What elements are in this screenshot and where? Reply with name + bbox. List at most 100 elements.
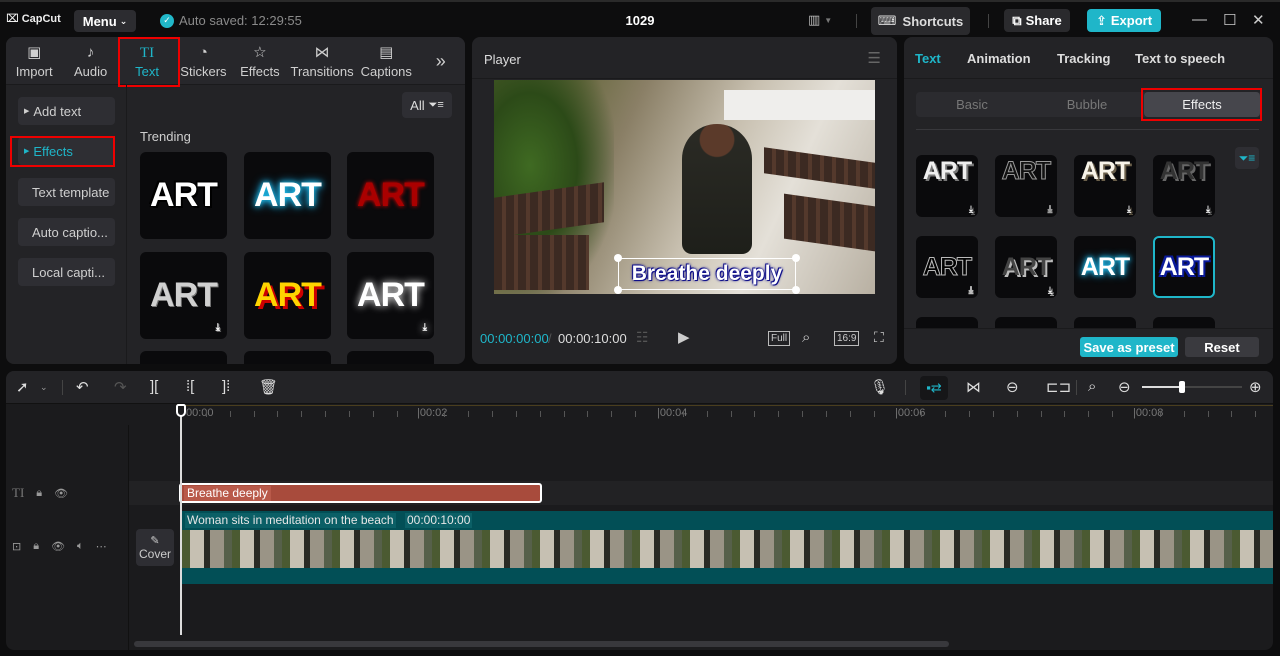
auto-snap-icon[interactable]: ⋈ bbox=[966, 378, 981, 396]
more-options-icon[interactable]: ⋯ bbox=[96, 540, 107, 553]
resize-handle[interactable] bbox=[792, 254, 800, 262]
tab-effects[interactable]: ☆ Effects bbox=[232, 37, 288, 85]
horizontal-scrollbar[interactable] bbox=[134, 641, 949, 647]
media-panel: ▣ Import ♪ Audio TI Text ◔ Stickers ☆ Effects… bbox=[6, 37, 465, 364]
effect-tile[interactable]: ART ⤓ bbox=[995, 236, 1057, 298]
link-icon[interactable]: ⊖ bbox=[1006, 378, 1019, 396]
filter-icon: ⏷≡ bbox=[428, 98, 444, 111]
sidebar-item-add-text[interactable]: ▶ Add text bbox=[18, 97, 115, 125]
tab-text[interactable]: Text bbox=[915, 51, 941, 66]
zoom-slider-thumb[interactable] bbox=[1179, 381, 1185, 393]
filter-all-button[interactable]: All ⏷≡ bbox=[402, 92, 452, 118]
magnet-snap-button[interactable]: ▪⇄ bbox=[920, 376, 948, 400]
speaker-icon[interactable]: 🔈︎ bbox=[77, 540, 84, 553]
tab-text-to-speech[interactable]: Text to speech bbox=[1135, 51, 1225, 66]
zoom-in-icon[interactable]: ⊕ bbox=[1249, 378, 1262, 396]
cover-button[interactable]: ✎ Cover bbox=[136, 529, 174, 566]
effect-tile[interactable]: ART ⤓ bbox=[140, 252, 227, 339]
shortcuts-button[interactable]: ⌨ Shortcuts bbox=[871, 7, 970, 35]
playhead[interactable] bbox=[180, 405, 182, 635]
tab-audio[interactable]: ♪ Audio bbox=[62, 37, 118, 85]
split-icon[interactable]: ][ bbox=[150, 378, 158, 395]
chevron-down-icon[interactable]: ⌄ bbox=[40, 382, 48, 393]
effect-tile[interactable]: ART bbox=[347, 152, 434, 239]
zoom-preview-icon[interactable]: ⌕ bbox=[802, 329, 810, 346]
export-button[interactable]: ⇪ Export bbox=[1087, 9, 1161, 32]
full-button[interactable]: Full bbox=[768, 331, 791, 346]
effect-tile[interactable]: ART ⤓ bbox=[916, 155, 978, 217]
time-ruler[interactable]: 00:00 |00:02 |00:04 |00:06 |00:08 bbox=[6, 405, 1273, 425]
delete-icon[interactable]: 🗑 bbox=[259, 378, 278, 396]
ruler-minor-tick bbox=[1231, 411, 1233, 417]
sidebar-item-text-template[interactable]: Text template bbox=[18, 178, 115, 206]
effect-tile[interactable]: ART bbox=[244, 252, 331, 339]
effect-tile[interactable]: ART ⤓ bbox=[347, 252, 434, 339]
caption-text[interactable]: Breathe deeply bbox=[632, 262, 783, 286]
ruler-minor-tick bbox=[1088, 411, 1090, 417]
split-preview-icon[interactable]: ⊏⊐ bbox=[1046, 378, 1071, 396]
lock-icon[interactable]: 🔒︎ bbox=[33, 540, 39, 553]
video-preview[interactable]: Breathe deeply bbox=[494, 80, 875, 294]
ruler-minor-tick bbox=[802, 411, 804, 417]
close-icon[interactable]: ✕ bbox=[1252, 11, 1265, 29]
tab-import[interactable]: ▣ Import bbox=[6, 37, 62, 85]
share-button[interactable]: ⧉ Share bbox=[1004, 9, 1070, 32]
timeline-zoom-slider[interactable] bbox=[1142, 381, 1242, 393]
tab-transitions[interactable]: ⋈ Transitions bbox=[288, 37, 356, 85]
magnet-icon: ▪⇄ bbox=[926, 380, 942, 395]
eye-icon[interactable]: 👁︎ bbox=[54, 487, 68, 500]
more-tabs-icon[interactable]: » bbox=[416, 37, 465, 85]
split-right-icon[interactable]: ]⁞ bbox=[222, 378, 230, 395]
reset-button[interactable]: Reset bbox=[1185, 337, 1259, 357]
filter-icon[interactable]: ⏷≡ bbox=[1235, 147, 1259, 169]
effect-tile[interactable]: ART ⤓ bbox=[916, 236, 978, 298]
tab-stickers[interactable]: ◔ Stickers bbox=[175, 37, 231, 85]
effect-tile[interactable] bbox=[140, 351, 227, 364]
zoom-out-icon[interactable]: ⊖ bbox=[1118, 378, 1131, 396]
menu-button[interactable]: Menu ⌄ bbox=[74, 10, 136, 32]
resize-handle[interactable] bbox=[792, 286, 800, 294]
aspect-ratio-button[interactable]: 16:9 bbox=[834, 331, 860, 346]
effect-tile[interactable]: ART bbox=[244, 152, 331, 239]
tab-captions[interactable]: ▤ Captions bbox=[356, 37, 416, 85]
divider bbox=[988, 14, 989, 28]
effect-tile-selected[interactable]: ART bbox=[1153, 236, 1215, 298]
ruler-minor-tick bbox=[1064, 411, 1066, 417]
split-left-icon[interactable]: ⁞[ bbox=[186, 378, 194, 395]
sidebar-item-auto-captions[interactable]: Auto captio... bbox=[18, 218, 115, 246]
sidebar-item-local-captions[interactable]: Local capti... bbox=[18, 258, 115, 286]
menu-icon[interactable]: ☰ bbox=[868, 49, 881, 67]
resize-handle[interactable] bbox=[614, 286, 622, 294]
preview-axis-icon[interactable]: ⌕ bbox=[1088, 378, 1096, 395]
microphone-icon[interactable]: 🎙 bbox=[870, 378, 889, 396]
redo-icon[interactable]: ↷ bbox=[114, 378, 127, 396]
text-clip[interactable]: Breathe deeply bbox=[179, 483, 542, 503]
segment-basic[interactable]: Basic bbox=[916, 92, 1028, 117]
effect-tile[interactable]: ART ⤓ bbox=[1153, 155, 1215, 217]
play-icon[interactable]: ▶ bbox=[678, 328, 690, 346]
effect-tile[interactable]: ART bbox=[1074, 236, 1136, 298]
tab-animation[interactable]: Animation bbox=[967, 51, 1031, 66]
effect-tile[interactable] bbox=[347, 351, 434, 364]
undo-icon[interactable]: ↶ bbox=[76, 378, 89, 396]
effect-tile[interactable]: ART bbox=[140, 152, 227, 239]
minimize-icon[interactable]: — bbox=[1192, 11, 1207, 28]
select-cursor-icon[interactable]: ➚ bbox=[16, 378, 29, 396]
effect-tile[interactable]: ART ⤓ bbox=[1074, 155, 1136, 217]
resize-handle[interactable] bbox=[614, 254, 622, 262]
waveform-icon[interactable]: ☷ bbox=[636, 329, 649, 346]
caption-selection[interactable]: Breathe deeply bbox=[614, 254, 800, 294]
maximize-icon[interactable]: ☐ bbox=[1223, 11, 1236, 29]
layout-button[interactable]: ▥ ▼ bbox=[808, 12, 832, 28]
eye-icon[interactable]: 👁︎ bbox=[51, 540, 65, 553]
lock-icon[interactable]: 🔒︎ bbox=[36, 487, 42, 500]
segment-bubble[interactable]: Bubble bbox=[1031, 92, 1143, 117]
effect-tile[interactable]: ART ⤓ bbox=[995, 155, 1057, 217]
effect-tile[interactable] bbox=[244, 351, 331, 364]
playhead-handle[interactable] bbox=[176, 404, 186, 417]
video-clip[interactable]: Woman sits in meditation on the beach 00… bbox=[182, 511, 1273, 584]
tab-tracking[interactable]: Tracking bbox=[1057, 51, 1110, 66]
ruler-minor-tick bbox=[754, 411, 756, 417]
save-as-preset-button[interactable]: Save as preset bbox=[1080, 337, 1178, 357]
fullscreen-icon[interactable]: ⛶ bbox=[874, 329, 884, 346]
